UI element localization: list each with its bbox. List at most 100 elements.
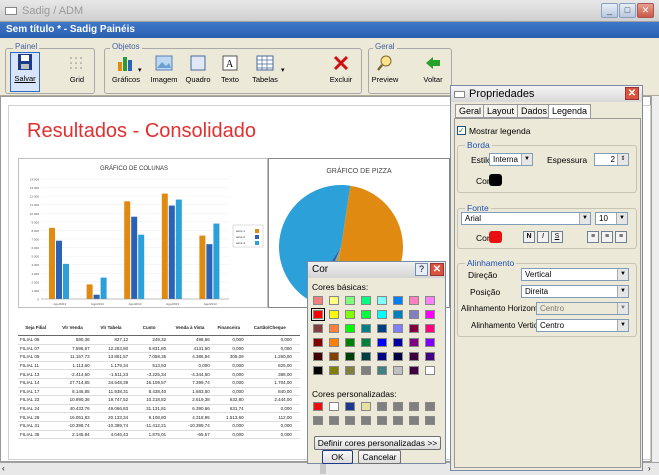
scroll-right-arrow[interactable]: › [648,464,651,473]
color-swatch[interactable] [313,352,323,361]
color-swatch[interactable] [313,324,323,333]
quadro-button[interactable]: Quadro [183,54,213,84]
color-swatch[interactable] [393,366,403,375]
color-swatch[interactable] [329,310,339,319]
color-swatch[interactable] [393,296,403,305]
color-swatch[interactable] [425,416,435,425]
grid-button[interactable]: Grid [62,54,92,84]
color-swatch[interactable] [361,352,371,361]
color-swatch[interactable] [329,324,339,333]
scroll-left-arrow[interactable]: ‹ [2,464,5,473]
color-swatch[interactable] [409,352,419,361]
color-swatch[interactable] [345,338,355,347]
report-title[interactable]: Resultados - Consolidado [27,120,256,143]
tabelas-button[interactable]: Tabelas [248,54,282,84]
color-swatch[interactable] [377,310,387,319]
font-name-select[interactable]: Arial ▼ [461,212,591,225]
color-swatch[interactable] [345,310,355,319]
graficos-dropdown-arrow[interactable]: ▾ [138,66,142,74]
color-swatch[interactable] [329,416,339,425]
bar-chart-panel[interactable]: GRÁFICO DE COLUNAS 0 1.000 2.000 3.000 4.000 5… [18,158,268,308]
color-swatch[interactable] [361,324,371,333]
font-size-select[interactable]: 10 ▼ [595,212,628,225]
color-swatch[interactable] [409,296,419,305]
color-swatch[interactable] [425,352,435,361]
color-swatch[interactable] [329,338,339,347]
color-swatch[interactable] [345,296,355,305]
align-right-button[interactable]: ≡ [615,231,627,243]
color-swatch[interactable] [313,296,323,305]
color-swatch[interactable] [393,324,403,333]
color-swatch[interactable] [377,296,387,305]
tab-layout[interactable]: Layout [483,104,519,118]
definir-cores-button[interactable]: Definir cores personalizadas >> [314,436,441,450]
color-swatch[interactable] [313,366,323,375]
color-swatch[interactable] [361,310,371,319]
align-center-button[interactable]: ≡ [601,231,613,243]
alin-vertical-select[interactable]: Centro ▼ [536,319,629,332]
bold-button[interactable]: N [523,231,535,243]
texto-button[interactable]: A Texto [217,54,243,84]
color-swatch[interactable] [361,338,371,347]
color-swatch[interactable] [345,324,355,333]
mostrar-legenda-checkbox[interactable]: ✓ [457,126,466,135]
color-swatch[interactable] [329,352,339,361]
color-swatch[interactable] [313,402,323,411]
align-left-button[interactable]: ≡ [587,231,599,243]
voltar-button[interactable]: Voltar [419,54,447,84]
color-swatch[interactable] [329,296,339,305]
help-button[interactable]: ? [415,263,428,276]
maximize-button[interactable]: □ [619,3,636,18]
color-swatch[interactable] [425,310,435,319]
color-swatch[interactable] [377,366,387,375]
data-table[interactable]: Seja Filial Vlr Venda Vlr Tabela Custo Venda… [18,322,300,440]
font-color-swatch[interactable] [489,231,502,243]
color-swatch[interactable] [345,366,355,375]
color-swatch[interactable] [345,352,355,361]
espessura-spinner[interactable]: 2 ⇕ [594,153,629,166]
color-swatch[interactable] [361,296,371,305]
color-swatch[interactable] [393,352,403,361]
color-swatch[interactable] [409,402,419,411]
color-swatch[interactable] [409,310,419,319]
color-swatch[interactable] [361,366,371,375]
tab-dados[interactable]: Dados [517,104,552,118]
italic-button[interactable]: I [537,231,549,243]
salvar-button[interactable]: Salvar [10,52,40,92]
color-swatch[interactable] [425,338,435,347]
color-swatch[interactable] [377,324,387,333]
estilo-select[interactable]: Interna ▼ [489,153,533,166]
ok-button[interactable]: OK [322,450,353,464]
color-swatch[interactable] [377,402,387,411]
excluir-button[interactable]: Excluir [326,54,356,84]
color-swatch[interactable] [313,338,323,347]
color-swatch[interactable] [345,416,355,425]
minimize-button[interactable]: _ [601,3,618,18]
color-swatch[interactable] [313,416,323,425]
alin-horizontal-select[interactable]: Centro ▼ [536,302,629,315]
color-swatch[interactable] [393,402,403,411]
color-swatch[interactable] [425,296,435,305]
properties-close-button[interactable]: ✕ [625,87,639,100]
color-swatch[interactable] [311,308,325,321]
color-swatch[interactable] [329,366,339,375]
color-swatch[interactable] [409,366,419,375]
cancelar-button[interactable]: Cancelar [358,450,401,464]
border-color-swatch[interactable] [489,174,502,186]
direcao-select[interactable]: Vertical ▼ [521,268,629,281]
color-swatch[interactable] [409,416,419,425]
color-swatch[interactable] [425,402,435,411]
color-swatch[interactable] [377,416,387,425]
color-swatch[interactable] [409,338,419,347]
posicao-select[interactable]: Direita ▼ [521,285,629,298]
color-swatch[interactable] [409,324,419,333]
color-swatch[interactable] [393,338,403,347]
color-swatch[interactable] [377,352,387,361]
preview-button[interactable]: Preview [369,54,401,84]
color-swatch[interactable] [377,338,387,347]
color-swatch[interactable] [393,416,403,425]
tab-geral[interactable]: Geral [455,104,486,118]
color-dialog-close-button[interactable]: ✕ [430,263,444,276]
vertical-scrollbar[interactable] [651,96,659,462]
color-swatch[interactable] [393,310,403,319]
